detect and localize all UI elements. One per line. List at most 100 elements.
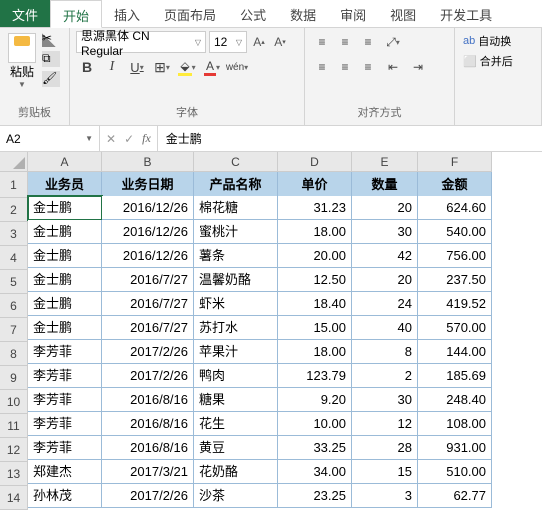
cell[interactable]: 沙茶 — [194, 484, 278, 508]
row-header[interactable]: 13 — [0, 462, 28, 486]
row-header[interactable]: 2 — [0, 198, 28, 222]
cell[interactable]: 虾米 — [194, 292, 278, 316]
cell[interactable]: 123.79 — [278, 364, 352, 388]
cell[interactable]: 温馨奶酪 — [194, 268, 278, 292]
cell[interactable]: 185.69 — [418, 364, 492, 388]
italic-button[interactable]: I — [101, 56, 123, 78]
cell[interactable]: 苹果汁 — [194, 340, 278, 364]
cell[interactable]: 10.00 — [278, 412, 352, 436]
tab-formula[interactable]: 公式 — [228, 0, 278, 27]
cell[interactable]: 李芳菲 — [28, 436, 102, 460]
cell[interactable]: 28 — [352, 436, 418, 460]
tab-file[interactable]: 文件 — [0, 0, 50, 27]
align-right-button[interactable]: ≡ — [357, 56, 379, 78]
cell[interactable]: 18.40 — [278, 292, 352, 316]
cell[interactable]: 20 — [352, 268, 418, 292]
cell[interactable]: 金士鹏 — [28, 196, 102, 220]
copy-button[interactable]: ⧉ — [42, 51, 60, 67]
row-header[interactable]: 9 — [0, 366, 28, 390]
cell[interactable]: 2016/12/26 — [102, 244, 194, 268]
cell[interactable]: 756.00 — [418, 244, 492, 268]
cell[interactable]: 2016/7/27 — [102, 268, 194, 292]
cell[interactable]: 30 — [352, 388, 418, 412]
font-name-select[interactable]: 思源黑体 CN Regular▽ — [76, 31, 206, 53]
cell[interactable]: 624.60 — [418, 196, 492, 220]
tab-review[interactable]: 审阅 — [328, 0, 378, 27]
cell[interactable]: 12 — [352, 412, 418, 436]
cell[interactable]: 18.00 — [278, 340, 352, 364]
cell[interactable]: 20 — [352, 196, 418, 220]
align-center-button[interactable]: ≡ — [334, 56, 356, 78]
table-header-cell[interactable]: 金额 — [418, 172, 492, 198]
cell[interactable]: 2016/8/16 — [102, 388, 194, 412]
cell[interactable]: 33.25 — [278, 436, 352, 460]
cell[interactable]: 郑建杰 — [28, 460, 102, 484]
column-header[interactable]: E — [352, 152, 418, 172]
cell[interactable]: 40 — [352, 316, 418, 340]
cell[interactable]: 931.00 — [418, 436, 492, 460]
font-size-select[interactable]: 12▽ — [209, 31, 247, 53]
cell[interactable]: 薯条 — [194, 244, 278, 268]
cell[interactable]: 9.20 — [278, 388, 352, 412]
column-header[interactable]: C — [194, 152, 278, 172]
cell[interactable]: 12.50 — [278, 268, 352, 292]
cell[interactable]: 2016/12/26 — [102, 196, 194, 220]
cell[interactable]: 18.00 — [278, 220, 352, 244]
bold-button[interactable]: B — [76, 56, 98, 78]
phonetic-button[interactable]: wén▾ — [226, 56, 248, 78]
formula-input[interactable]: 金士鹏 — [158, 130, 542, 147]
cell[interactable]: 15 — [352, 460, 418, 484]
name-box[interactable]: A2▼ — [0, 126, 100, 151]
cell[interactable]: 孙林茂 — [28, 484, 102, 508]
tab-insert[interactable]: 插入 — [102, 0, 152, 27]
align-bottom-button[interactable]: ≡ — [357, 31, 379, 53]
cell[interactable]: 419.52 — [418, 292, 492, 316]
table-header-cell[interactable]: 产品名称 — [194, 172, 278, 198]
row-header[interactable]: 12 — [0, 438, 28, 462]
cell[interactable]: 24 — [352, 292, 418, 316]
cell[interactable]: 2016/8/16 — [102, 412, 194, 436]
increase-font-button[interactable]: A▴ — [250, 33, 268, 51]
tab-data[interactable]: 数据 — [278, 0, 328, 27]
cell[interactable]: 李芳菲 — [28, 364, 102, 388]
cell[interactable]: 2017/3/21 — [102, 460, 194, 484]
align-left-button[interactable]: ≡ — [311, 56, 333, 78]
align-top-button[interactable]: ≡ — [311, 31, 333, 53]
row-header[interactable]: 6 — [0, 294, 28, 318]
select-all-corner[interactable] — [0, 152, 28, 172]
fx-button[interactable]: fx — [142, 131, 151, 146]
cell[interactable]: 570.00 — [418, 316, 492, 340]
cell[interactable]: 蜜桃汁 — [194, 220, 278, 244]
cell[interactable]: 2016/7/27 — [102, 316, 194, 340]
table-header-cell[interactable]: 单价 — [278, 172, 352, 198]
tab-layout[interactable]: 页面布局 — [152, 0, 228, 27]
fill-color-button[interactable]: ⬙▾ — [176, 56, 198, 78]
row-header[interactable]: 7 — [0, 318, 28, 342]
cell[interactable]: 金士鹏 — [28, 220, 102, 244]
cell[interactable]: 30 — [352, 220, 418, 244]
cell[interactable]: 23.25 — [278, 484, 352, 508]
row-header[interactable]: 11 — [0, 414, 28, 438]
table-header-cell[interactable]: 业务日期 — [102, 172, 194, 198]
cell[interactable]: 108.00 — [418, 412, 492, 436]
cell[interactable]: 金士鹏 — [28, 268, 102, 292]
paste-button[interactable]: 粘贴 ▼ — [6, 31, 38, 91]
cell[interactable]: 2017/2/26 — [102, 364, 194, 388]
row-header[interactable]: 5 — [0, 270, 28, 294]
cell[interactable]: 2016/12/26 — [102, 220, 194, 244]
cell[interactable]: 金士鹏 — [28, 316, 102, 340]
row-header[interactable]: 8 — [0, 342, 28, 366]
cell[interactable]: 237.50 — [418, 268, 492, 292]
increase-indent-button[interactable]: ⇥ — [407, 56, 429, 78]
cancel-formula-button[interactable]: ✕ — [106, 132, 116, 146]
wrap-text-button[interactable]: ab自动换 — [461, 31, 535, 51]
font-color-button[interactable]: A▾ — [201, 56, 223, 78]
row-header[interactable]: 1 — [0, 172, 28, 198]
cell[interactable]: 2016/7/27 — [102, 292, 194, 316]
decrease-indent-button[interactable]: ⇤ — [382, 56, 404, 78]
cell[interactable]: 李芳菲 — [28, 388, 102, 412]
cell[interactable]: 15.00 — [278, 316, 352, 340]
cell[interactable]: 黄豆 — [194, 436, 278, 460]
tab-dev[interactable]: 开发工具 — [428, 0, 504, 27]
cell[interactable]: 8 — [352, 340, 418, 364]
